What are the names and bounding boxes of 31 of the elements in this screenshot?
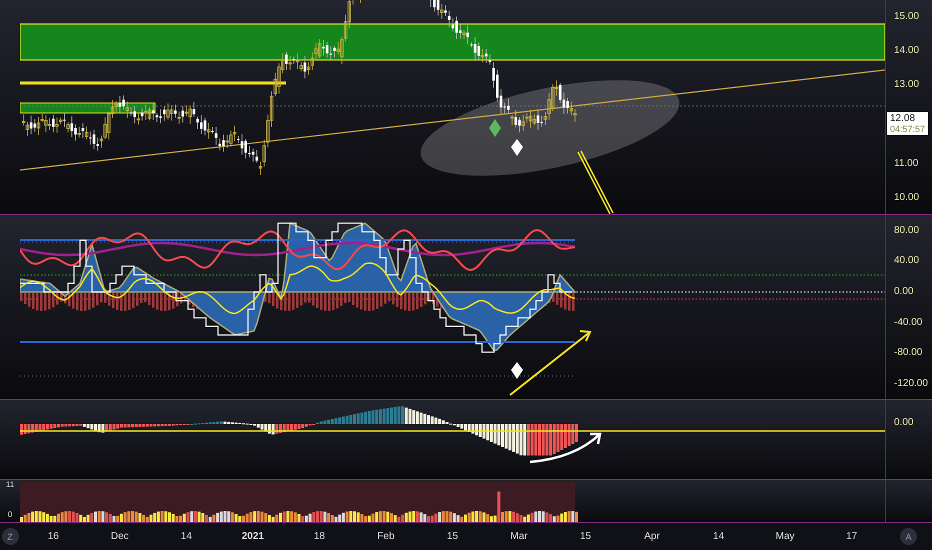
axis-label: 15.00 bbox=[893, 11, 920, 22]
time-label: 15 bbox=[446, 531, 460, 542]
time-label: Feb bbox=[376, 531, 396, 542]
axis-label: 11 bbox=[6, 480, 14, 489]
axis-label: 14.00 bbox=[893, 44, 920, 56]
axis-label: 0.00 bbox=[893, 286, 914, 298]
time-label: 18 bbox=[312, 531, 326, 542]
timezone-button[interactable]: Z bbox=[2, 528, 18, 545]
time-label: 15 bbox=[578, 531, 592, 542]
axis-label: 0 bbox=[8, 510, 12, 519]
time-label: 14 bbox=[712, 531, 726, 542]
axis-label: 80.00 bbox=[893, 224, 920, 236]
time-label: 16 bbox=[46, 531, 60, 542]
time-label: May bbox=[774, 531, 796, 542]
axis-label: 0.00 bbox=[893, 417, 914, 428]
axis-label: -120.00 bbox=[893, 378, 928, 390]
time-label: Mar bbox=[509, 531, 529, 542]
last-price: 12.08 bbox=[890, 113, 916, 124]
axis-label: 10.00 bbox=[893, 192, 920, 203]
time-label: Dec bbox=[110, 531, 130, 542]
time-label: 17 bbox=[845, 531, 858, 542]
time-label: Apr bbox=[643, 531, 661, 542]
countdown-timer: 04:57:57 bbox=[890, 124, 926, 134]
axis-label: -40.00 bbox=[893, 316, 922, 328]
axis-label: 13.00 bbox=[893, 78, 920, 90]
time-label: 2021 bbox=[240, 531, 265, 542]
time-label: 14 bbox=[180, 531, 193, 542]
axis-label: 11.00 bbox=[893, 158, 918, 169]
auto-scale-button[interactable]: A bbox=[900, 528, 917, 545]
axis-label: 40.00 bbox=[893, 255, 920, 266]
axis-label: -80.00 bbox=[893, 347, 922, 358]
